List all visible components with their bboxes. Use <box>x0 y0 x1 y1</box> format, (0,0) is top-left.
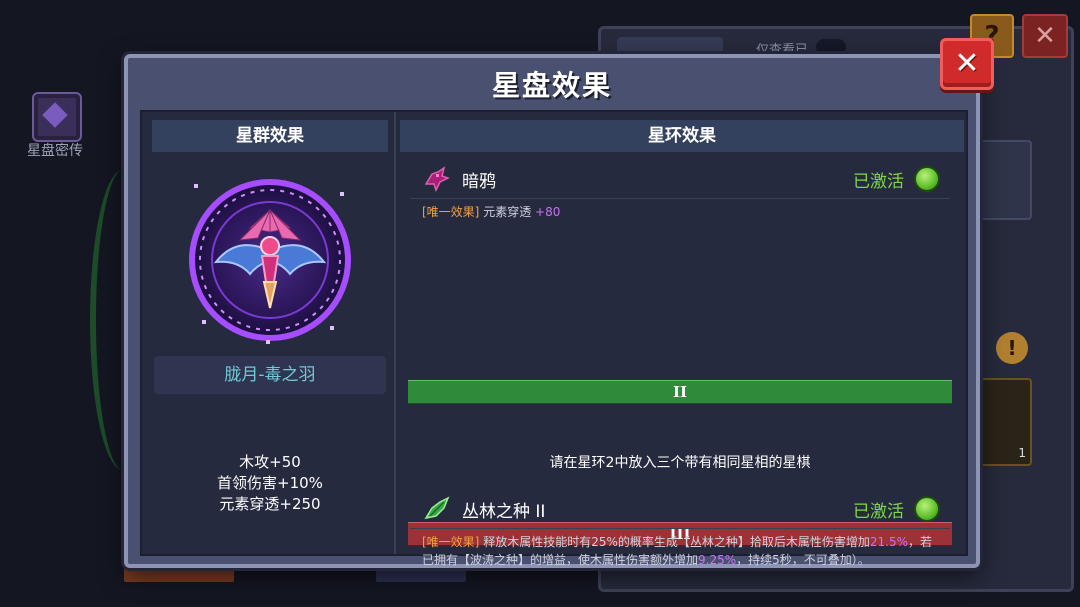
unique-effect-tag: [唯一效果] <box>422 205 480 219</box>
activated-status: 已激活 <box>853 501 904 522</box>
close-button[interactable]: ✕ <box>940 38 994 90</box>
close-icon: ✕ <box>954 46 980 81</box>
background-close-icon[interactable]: ✕ <box>1022 14 1068 58</box>
constellation-stats: 木攻+50 首领伤害+10% 元素穿透+250 <box>152 452 388 515</box>
constellation-effect-panel: 星群效果 胧月-毒之羽 木攻+50 首领伤害+10% 元素穿透+250 <box>152 120 388 550</box>
effect-value: 9.25% <box>698 553 737 567</box>
effect-text: 释放木属性技能时有25%的概率生成【丛林之种】拾取后木属性伤害增加 <box>479 535 870 549</box>
dialog-content: 星群效果 胧月-毒之羽 木攻+50 首领伤害+10% 元素穿透+250 星环效果… <box>140 110 968 567</box>
activated-indicator-icon <box>914 496 940 522</box>
ring2-empty-hint: 请在星环2中放入三个带有相同星相的星棋 <box>549 455 811 471</box>
ring-entry-dark-crow: 暗鸦 已激活 [唯一效果] 元素穿透 +80 <box>410 160 950 222</box>
slot-count: 1 <box>1018 446 1026 460</box>
effect-text: ，持续5秒，不可叠加）。 <box>736 553 870 567</box>
background-slot[interactable] <box>980 140 1032 220</box>
background-filter-toggle[interactable] <box>816 39 846 55</box>
constellation-effect-header: 星群效果 <box>152 120 388 152</box>
ring-entry-head: 暗鸦 已激活 <box>410 160 950 199</box>
constellation-name: 胧月-毒之羽 <box>154 356 386 394</box>
activated-indicator-icon <box>914 166 940 192</box>
dialog-title: 星盘效果 <box>491 69 612 102</box>
ring-entry-head: 丛林之种 II 已激活 <box>410 490 950 529</box>
star-chart-secret-icon[interactable] <box>32 92 82 142</box>
background-item-slot[interactable]: 1 <box>980 378 1032 466</box>
background-bottom-button[interactable] <box>124 566 234 582</box>
ring-entry-description: [唯一效果] 释放木属性技能时有25%的概率生成【丛林之种】拾取后木属性伤害增加… <box>410 529 950 569</box>
warning-icon[interactable]: ! <box>996 332 1028 364</box>
ring-entry-description: [唯一效果] 元素穿透 +80 <box>410 199 950 222</box>
effect-text: 元素穿透 <box>479 205 536 219</box>
effect-value: 21.5% <box>869 535 908 549</box>
tier-ii-bar: II <box>408 380 952 404</box>
ring-entry-jungle-seed: 丛林之种 II 已激活 [唯一效果] 释放木属性技能时有25%的概率生成【丛林之… <box>410 490 950 569</box>
ring-entry-name: 丛林之种 II <box>462 501 546 522</box>
background-bottom-tab[interactable] <box>376 568 466 582</box>
constellation-emblem-icon <box>180 170 360 350</box>
ring-effect-header: 星环效果 <box>400 120 964 152</box>
jungle-seed-icon <box>424 496 450 520</box>
column-divider <box>394 112 396 554</box>
unique-effect-tag: [唯一效果] <box>422 535 480 549</box>
star-chart-effect-dialog: 星盘效果 星群效果 胧月-毒之羽 木攻+50 首领伤害+10% 元素穿透+250… <box>124 54 980 568</box>
star-chart-secret-label: 星盘密传 <box>27 143 83 159</box>
ring-effect-panel: 星环效果 暗鸦 已激活 [唯一效果] 元素穿透 +80 II 请在星环2中放入三… <box>400 120 964 550</box>
stat-line: 元素穿透+250 <box>219 495 321 513</box>
effect-value: +80 <box>535 205 561 219</box>
ring-entry-name: 暗鸦 <box>462 171 496 192</box>
dark-crow-icon <box>424 166 450 192</box>
stat-line: 首领伤害+10% <box>217 474 323 492</box>
activated-status: 已激活 <box>853 171 904 192</box>
stat-line: 木攻+50 <box>239 453 301 471</box>
